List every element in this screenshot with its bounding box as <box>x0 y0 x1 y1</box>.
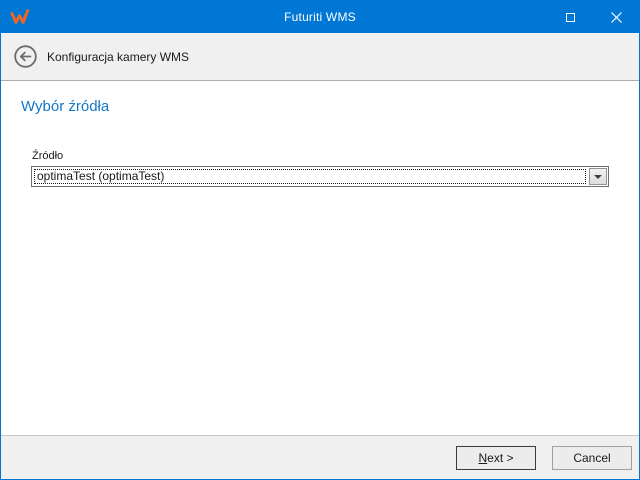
source-label: Źródło <box>32 150 609 162</box>
app-logo-icon <box>9 8 31 26</box>
source-field-group: Źródło optimaTest (optimaTest) <box>31 150 609 187</box>
caption-buttons <box>547 1 639 33</box>
page-content: Wybór źródła Źródło optimaTest (optimaTe… <box>1 81 639 435</box>
chevron-down-icon <box>594 175 602 179</box>
next-button-label: ext > <box>487 451 513 465</box>
close-icon <box>611 12 622 23</box>
back-button[interactable] <box>13 45 37 69</box>
cancel-button[interactable]: Cancel <box>552 446 632 470</box>
title-bar: Futuriti WMS <box>1 1 639 33</box>
source-combobox[interactable]: optimaTest (optimaTest) <box>31 166 609 187</box>
page-heading: Wybór źródła <box>1 81 639 115</box>
close-button[interactable] <box>593 1 639 33</box>
wizard-header: Konfiguracja kamery WMS <box>1 33 639 81</box>
next-button[interactable]: Next > <box>456 446 536 470</box>
app-window: Futuriti WMS Konfiguracja kamery WMS <box>0 0 640 480</box>
back-arrow-icon <box>14 45 37 68</box>
maximize-button[interactable] <box>547 1 593 33</box>
source-combobox-value: optimaTest (optimaTest) <box>34 169 586 184</box>
source-combobox-dropdown-button[interactable] <box>589 168 607 185</box>
wizard-footer: Next > Cancel <box>1 435 639 479</box>
cancel-button-label: Cancel <box>573 451 610 465</box>
maximize-icon <box>566 13 575 22</box>
wizard-title: Konfiguracja kamery WMS <box>47 50 189 64</box>
window-title: Futuriti WMS <box>1 10 639 24</box>
next-button-mnemonic: N <box>478 451 487 465</box>
